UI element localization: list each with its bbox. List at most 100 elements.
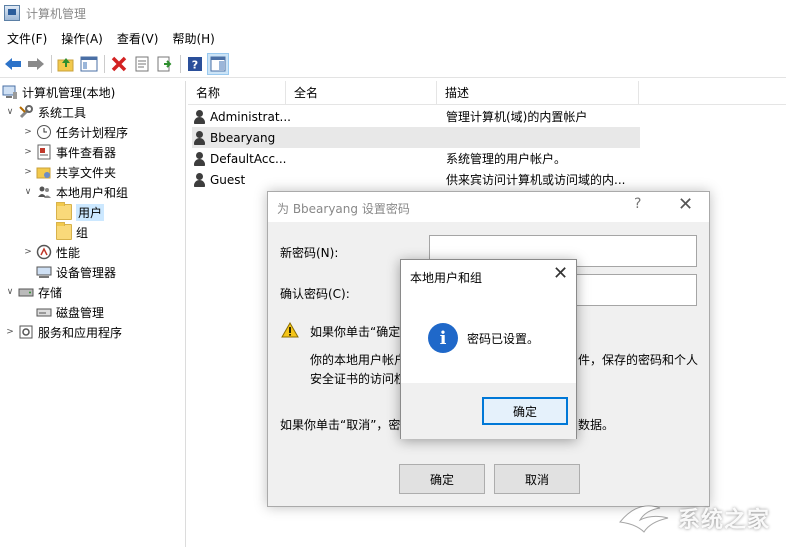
tree-item-local-users-groups[interactable]: ∨ 本地用户和组 <box>22 182 128 202</box>
message-text: 密码已设置。 <box>467 332 540 346</box>
message-box-footer: 确定 <box>401 383 576 439</box>
cancel-button[interactable]: 取消 <box>494 464 580 494</box>
warning-icon <box>281 321 299 338</box>
tools-icon <box>18 104 34 120</box>
list-header: 名称 全名 描述 <box>188 81 786 105</box>
watermark-text: 系统之家 <box>678 508 771 533</box>
tree-item-shared-folders[interactable]: > 共享文件夹 <box>22 162 116 182</box>
show-tree-icon[interactable] <box>78 53 100 75</box>
tree-item-system-tools[interactable]: ∨ 系统工具 <box>4 102 86 122</box>
users-groups-icon <box>36 184 52 200</box>
message-box-title: 本地用户和组 <box>410 271 483 285</box>
new-password-label: 新密码(N): <box>280 246 339 260</box>
user-name: Bbearyang <box>210 130 276 145</box>
tree-item-event-viewer[interactable]: > 事件查看器 <box>22 142 116 162</box>
chevron-down-icon[interactable]: ∨ <box>22 187 34 197</box>
tree-item-label: 本地用户和组 <box>56 185 129 200</box>
shared-folder-icon <box>36 164 52 180</box>
forward-icon[interactable] <box>25 53 47 75</box>
chevron-down-icon[interactable]: ∨ <box>4 287 16 297</box>
column-header-description[interactable]: 描述 <box>437 81 639 105</box>
warning-text: 如果你单击“确定 <box>310 325 401 339</box>
tree-item-root[interactable]: 计算机管理(本地) <box>2 82 115 102</box>
delete-icon[interactable] <box>108 53 130 75</box>
tree-item-users[interactable]: 用户 <box>56 202 105 222</box>
user-description: 系统管理的用户帐户。 <box>446 152 567 166</box>
tree-item-label: 任务计划程序 <box>56 125 129 140</box>
svg-text:?: ? <box>192 58 198 71</box>
menu-action[interactable]: 操作(A) <box>54 30 110 47</box>
chevron-right-icon[interactable]: > <box>22 147 34 157</box>
column-header-fullname[interactable]: 全名 <box>286 81 437 105</box>
properties-icon[interactable] <box>131 53 153 75</box>
user-icon <box>192 172 208 188</box>
list-row[interactable]: Bbearyang <box>192 127 640 148</box>
dialog-title-bar: 为 Bbearyang 设置密码 ? ✕ <box>268 192 709 222</box>
tree-item-label: 系统工具 <box>38 105 87 120</box>
tree-item-label: 用户 <box>76 203 105 221</box>
tree-item-label: 服务和应用程序 <box>38 325 123 340</box>
ok-button[interactable]: 确定 <box>482 397 568 425</box>
tree-item-label: 组 <box>76 225 89 240</box>
tree-item-label: 事件查看器 <box>56 145 117 160</box>
warning-text: 安全证书的访问权 <box>310 372 407 386</box>
user-description: 供来宾访问计算机或访问域的内... <box>446 173 626 187</box>
user-name: DefaultAcc... <box>210 151 287 166</box>
tree-item-task-scheduler[interactable]: > 任务计划程序 <box>22 122 128 142</box>
navigation-tree: 计算机管理(本地) ∨ 系统工具 > 任务计划程序 > 事件查看器 > 共享文件… <box>0 81 186 547</box>
services-icon <box>18 324 34 340</box>
user-icon <box>192 151 208 167</box>
tree-item-label: 共享文件夹 <box>56 165 117 180</box>
tree-item-performance[interactable]: > 性能 <box>22 242 80 262</box>
clock-icon <box>36 124 52 140</box>
ok-button[interactable]: 确定 <box>399 464 485 494</box>
close-button[interactable]: ✕ <box>678 194 693 215</box>
user-icon <box>192 130 208 146</box>
column-header-name[interactable]: 名称 <box>188 81 286 105</box>
tree-item-groups[interactable]: 组 <box>56 222 88 242</box>
chevron-right-icon[interactable]: > <box>4 327 16 337</box>
help-icon[interactable]: ? <box>184 53 206 75</box>
user-name: Guest <box>210 172 246 187</box>
tree-item-storage[interactable]: ∨ 存储 <box>4 282 62 302</box>
device-manager-icon <box>36 264 52 280</box>
user-icon <box>192 109 208 125</box>
show-action-pane-icon[interactable] <box>207 52 229 75</box>
export-icon[interactable] <box>154 53 176 75</box>
chevron-right-icon[interactable]: > <box>22 247 34 257</box>
cancel-note: 如果你单击“取消”，密 <box>280 418 401 432</box>
list-row[interactable]: DefaultAcc... 系统管理的用户帐户。 <box>192 148 642 169</box>
tree-item-label: 设备管理器 <box>56 265 117 280</box>
user-description: 管理计算机(域)的内置帐户 <box>446 110 588 124</box>
menu-view[interactable]: 查看(V) <box>110 30 166 47</box>
tree-item-services-apps[interactable]: > 服务和应用程序 <box>4 322 122 342</box>
list-row[interactable]: Guest 供来宾访问计算机或访问域的内... <box>192 169 642 190</box>
tree-item-label: 磁盘管理 <box>56 305 105 320</box>
storage-icon <box>18 284 34 300</box>
toolbar-separator <box>104 54 105 73</box>
toolbar: ? <box>0 50 786 78</box>
up-folder-icon[interactable] <box>55 53 77 75</box>
chevron-right-icon[interactable]: > <box>22 167 34 177</box>
toolbar-separator <box>51 54 52 73</box>
warning-text: 件，保存的密码和个人 <box>578 353 699 367</box>
chevron-right-icon[interactable]: > <box>22 127 34 137</box>
cancel-note: 数据。 <box>578 418 615 432</box>
chevron-down-icon[interactable]: ∨ <box>4 107 16 117</box>
tree-item-device-manager[interactable]: 设备管理器 <box>36 262 116 282</box>
tree-item-label: 存储 <box>38 285 63 300</box>
close-button[interactable]: ✕ <box>553 263 568 284</box>
list-row[interactable]: Administrat... 管理计算机(域)的内置帐户 <box>192 106 642 127</box>
performance-icon <box>36 244 52 260</box>
menu-file[interactable]: 文件(F) <box>0 30 54 47</box>
message-box: 本地用户和组 ✕ i 密码已设置。 确定 <box>400 259 577 439</box>
tree-item-disk-management[interactable]: 磁盘管理 <box>36 302 104 322</box>
tree-item-label: 计算机管理(本地) <box>22 85 116 100</box>
menu-bar: 文件(F) 操作(A) 查看(V) 帮助(H) <box>0 27 786 49</box>
folder-icon <box>56 202 72 220</box>
title-bar: 计算机管理 <box>0 0 786 26</box>
menu-help[interactable]: 帮助(H) <box>165 30 221 47</box>
back-icon[interactable] <box>2 53 24 75</box>
watermark-logo: 系统之家 <box>614 496 784 542</box>
help-button[interactable]: ? <box>634 196 641 212</box>
